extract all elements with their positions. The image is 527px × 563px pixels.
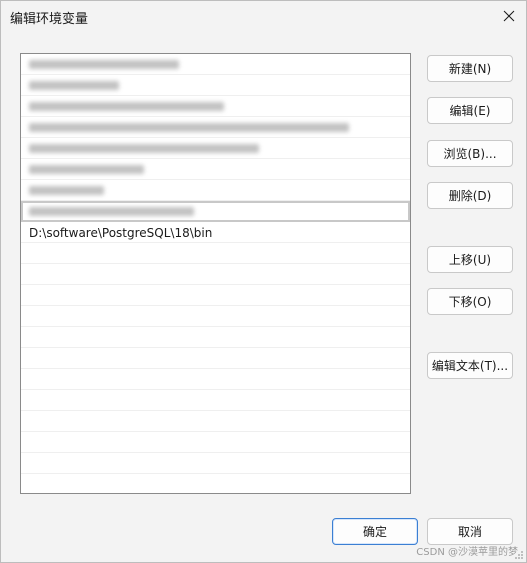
redacted-entry (29, 60, 179, 69)
redacted-entry (29, 165, 144, 174)
path-list[interactable]: D:\software\PostgreSQL\18\bin (20, 53, 411, 494)
list-item[interactable] (21, 180, 410, 201)
edit-text-button[interactable]: 编辑文本(T)... (427, 352, 513, 379)
list-item[interactable] (21, 75, 410, 96)
cancel-button[interactable]: 取消 (427, 518, 513, 545)
new-button[interactable]: 新建(N) (427, 55, 513, 82)
close-button[interactable] (492, 1, 526, 31)
close-icon (503, 10, 515, 22)
edit-environment-variable-dialog: 编辑环境变量 D:\software\PostgreSQL\18\bin 新建(… (0, 0, 527, 563)
move-down-button[interactable]: 下移(O) (427, 288, 513, 315)
redacted-entry (29, 102, 224, 111)
list-item[interactable] (21, 96, 410, 117)
list-item-selected[interactable] (21, 201, 410, 222)
resize-grip-icon[interactable] (514, 550, 524, 560)
title-bar: 编辑环境变量 (1, 1, 526, 31)
list-item-empty[interactable] (21, 264, 410, 285)
redacted-entry (29, 81, 119, 90)
list-item-empty[interactable] (21, 390, 410, 411)
list-item-empty[interactable] (21, 306, 410, 327)
redacted-entry (29, 144, 259, 153)
list-item[interactable] (21, 159, 410, 180)
edit-button[interactable]: 编辑(E) (427, 97, 513, 124)
list-item-empty[interactable] (21, 453, 410, 474)
list-item[interactable] (21, 138, 410, 159)
list-item-empty[interactable] (21, 369, 410, 390)
path-entry: D:\software\PostgreSQL\18\bin (29, 226, 213, 240)
move-up-button[interactable]: 上移(U) (427, 246, 513, 273)
redacted-entry (29, 207, 194, 216)
browse-button[interactable]: 浏览(B)... (427, 140, 513, 167)
list-item[interactable] (21, 54, 410, 75)
redacted-entry (29, 186, 104, 195)
dialog-title: 编辑环境变量 (10, 12, 89, 27)
list-item[interactable]: D:\software\PostgreSQL\18\bin (21, 222, 410, 243)
list-item-empty[interactable] (21, 243, 410, 264)
redacted-entry (29, 123, 349, 132)
ok-button[interactable]: 确定 (332, 518, 418, 545)
list-item-empty[interactable] (21, 411, 410, 432)
delete-button[interactable]: 删除(D) (427, 182, 513, 209)
list-item-empty[interactable] (21, 285, 410, 306)
list-item-empty[interactable] (21, 432, 410, 453)
watermark-text: CSDN @沙漠苹里的梦 (416, 547, 518, 558)
list-item-empty[interactable] (21, 348, 410, 369)
list-item-empty[interactable] (21, 474, 410, 493)
list-item[interactable] (21, 117, 410, 138)
list-item-empty[interactable] (21, 327, 410, 348)
